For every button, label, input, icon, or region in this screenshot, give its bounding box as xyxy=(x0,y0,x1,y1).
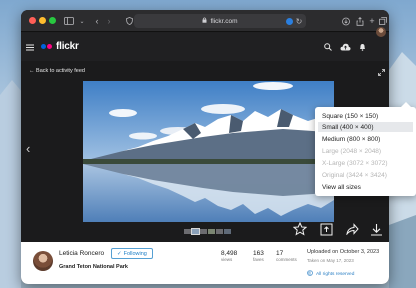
back-link-label: Back to activity feed xyxy=(36,68,85,74)
main-photo[interactable] xyxy=(83,81,334,222)
share-arrow-icon[interactable] xyxy=(343,220,361,238)
back-arrow-icon: ← xyxy=(29,68,37,74)
views-stat: 8,498 views xyxy=(221,250,237,262)
taken-date: Taken on May 17, 2023 xyxy=(307,258,354,263)
comments-label: comments xyxy=(276,257,297,262)
photo-thumbnail-strip xyxy=(184,228,231,235)
user-avatar-icon[interactable] xyxy=(376,27,386,37)
site-header: flickr xyxy=(21,33,389,61)
tab-overview-chevron-icon[interactable]: ⌄ xyxy=(78,14,86,28)
upload-cloud-icon[interactable] xyxy=(339,41,351,53)
photo-info-panel: Leticia Roncero ✓ Following Grand Teton … xyxy=(21,242,389,284)
search-icon[interactable] xyxy=(322,41,334,53)
add-to-gallery-icon[interactable] xyxy=(317,220,335,238)
new-tab-icon[interactable]: + xyxy=(368,14,376,28)
download-arrow-icon[interactable] xyxy=(367,220,385,238)
download-icon[interactable] xyxy=(341,14,351,28)
owner-avatar[interactable] xyxy=(33,251,53,271)
browser-toolbar: ⌄ ‹ › flickr.com ↻ + xyxy=(21,10,389,32)
flickr-logo[interactable]: flickr xyxy=(41,41,79,52)
menu-pointer xyxy=(401,102,411,107)
size-medium-option[interactable]: Medium (800 × 800) xyxy=(322,134,408,144)
size-small-option[interactable]: Small (400 × 400) xyxy=(318,122,413,132)
view-all-sizes-option[interactable]: View all sizes xyxy=(322,182,408,192)
extension-icon[interactable] xyxy=(284,14,294,28)
reload-icon[interactable]: ↻ xyxy=(294,14,304,28)
copyright-icon xyxy=(307,270,313,278)
logo-text: flickr xyxy=(56,41,79,52)
minimize-window-button[interactable] xyxy=(39,17,46,24)
fullscreen-icon[interactable] xyxy=(378,69,385,78)
download-size-menu: Square (150 × 150) Small (400 × 400) Med… xyxy=(315,102,416,196)
lock-icon xyxy=(202,17,207,25)
size-original-option: Original (3424 × 3424) xyxy=(322,171,387,179)
faves-count: 163 xyxy=(253,250,264,257)
comments-count: 17 xyxy=(276,250,284,257)
previous-photo-arrow-icon[interactable]: ‹ xyxy=(26,141,30,156)
views-label: views xyxy=(221,257,233,262)
shield-icon[interactable] xyxy=(124,14,134,28)
faves-stat: 163 faves xyxy=(253,250,264,262)
checkmark-icon: ✓ xyxy=(117,250,122,257)
back-arrow-icon[interactable]: ‹ xyxy=(92,14,102,28)
faves-label: faves xyxy=(253,257,264,262)
maximize-window-button[interactable] xyxy=(49,17,56,24)
owner-name[interactable]: Leticia Roncero xyxy=(59,250,104,257)
thumbnail[interactable] xyxy=(224,229,231,234)
notifications-bell-icon[interactable] xyxy=(356,41,368,53)
favorite-star-icon[interactable] xyxy=(291,220,309,238)
license-link[interactable]: All rights reserved xyxy=(307,270,354,278)
share-icon[interactable] xyxy=(355,14,365,28)
back-to-feed-link[interactable]: ← Back to activity feed xyxy=(29,68,85,74)
thumbnail[interactable] xyxy=(208,229,215,234)
close-window-button[interactable] xyxy=(29,17,36,24)
upload-date: Uploaded on October 3, 2023 xyxy=(307,249,380,255)
views-count: 8,498 xyxy=(221,250,238,257)
address-bar[interactable]: flickr.com xyxy=(134,14,306,28)
thumbnail[interactable] xyxy=(184,229,191,234)
logo-pink-dot xyxy=(47,44,52,49)
size-square-option[interactable]: Square (150 × 150) xyxy=(322,111,408,121)
following-button[interactable]: ✓ Following xyxy=(111,248,153,259)
size-large-option: Large (2048 × 2048) xyxy=(322,147,382,155)
photo-title: Grand Teton National Park xyxy=(59,264,128,270)
thumbnail[interactable] xyxy=(191,228,200,235)
sidebar-toggle-icon[interactable] xyxy=(62,14,76,28)
forward-arrow-icon[interactable]: › xyxy=(104,14,114,28)
following-label: Following xyxy=(123,250,147,257)
menu-icon[interactable] xyxy=(24,41,36,53)
thumbnail[interactable] xyxy=(216,229,223,234)
size-xlarge-option: X-Large (3072 × 3072) xyxy=(322,159,388,167)
tab-overview-icon[interactable] xyxy=(378,14,387,28)
comments-stat: 17 comments xyxy=(276,250,297,262)
license-label: All rights reserved xyxy=(316,271,355,277)
logo-blue-dot xyxy=(41,44,46,49)
thumbnail[interactable] xyxy=(200,229,207,234)
url-text: flickr.com xyxy=(210,17,238,25)
